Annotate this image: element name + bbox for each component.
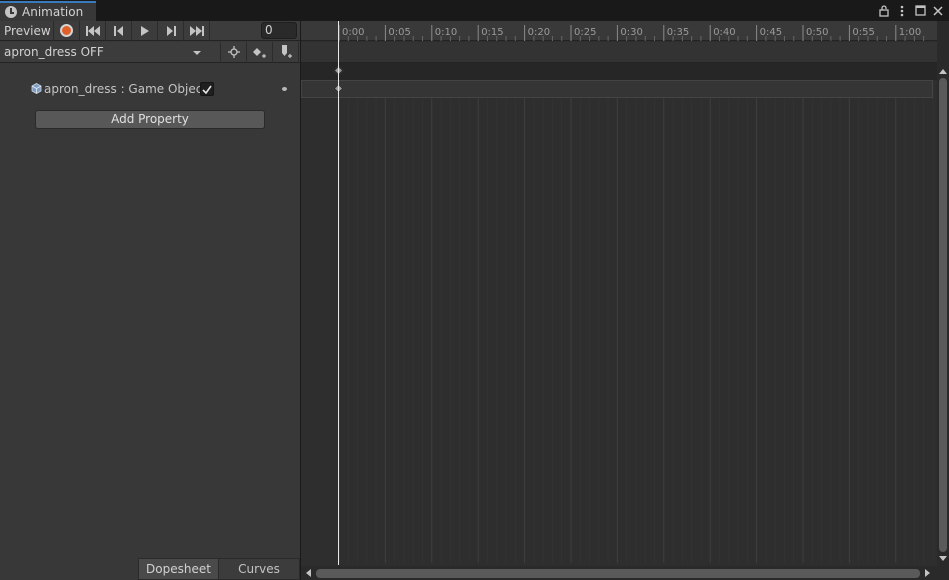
ruler-tick-label: 0:15 [481,27,503,38]
maximize-icon[interactable] [912,2,928,20]
vertical-scrollbar[interactable] [937,21,949,580]
hierarchy-panel: Preview 0 apron_dress OFF apron_dress: … [0,20,300,580]
ruler-tick-label: 0:10 [435,27,457,38]
ruler-tick-label: 0:30 [620,27,642,38]
animation-tab-label: Animation [22,5,84,19]
ruler-tick-label: 0:45 [760,27,782,38]
horizontal-scrollbar[interactable] [301,566,937,580]
dopesheet-grid [338,80,934,563]
step-back-icon [113,25,123,36]
add-event-icon [281,45,292,58]
scroll-right-icon[interactable] [925,569,930,577]
next-keyframe-button[interactable] [158,20,184,41]
property-checkbox[interactable] [200,82,214,96]
vertical-scroll-thumb[interactable] [939,78,947,552]
tabs-spacer [0,558,138,580]
clip-dropdown[interactable]: apron_dress OFF [0,41,221,63]
lock-icon[interactable] [876,2,892,20]
ruler-tick-label: 0:20 [528,27,550,38]
first-keyframe-button[interactable] [80,20,106,41]
scroll-down-icon[interactable] [939,556,947,561]
filter-by-selection-icon [227,46,240,58]
playback-toolbar: Preview 0 [0,20,300,41]
frame-input[interactable]: 0 [261,22,297,39]
playhead[interactable] [338,21,339,565]
chevron-down-icon [193,50,201,55]
record-icon [60,24,73,37]
time-ruler[interactable]: 0:00 0:05 0:10 0:15 0:20 0:25 0:30 0:35 0:40 0:45… [301,21,937,41]
timeline-panel: 0:00 0:05 0:10 0:15 0:20 0:25 0:30 0:35 0:40 0:45… [301,21,949,580]
horizontal-scroll-thumb[interactable] [316,569,920,578]
property-row[interactable]: apron_dress : Game Object. [0,78,300,100]
clip-dropdown-value: apron_dress OFF [4,44,104,59]
clock-icon [5,6,17,18]
skip-to-start-icon [85,25,100,36]
previous-keyframe-button[interactable] [106,20,132,41]
view-mode-tabs: Dopesheet Curves [0,558,300,580]
property-label: apron_dress : Game Object. [44,82,211,96]
ruler-tick-label: 0:50 [806,27,828,38]
tab-curves[interactable]: Curves [219,558,300,580]
game-object-icon [31,83,42,94]
ruler-tick-label: 0:05 [388,27,410,38]
window-controls [876,0,949,21]
checkmark-icon [202,85,212,94]
window-tab-bar: Animation [0,0,949,21]
ruler-tick-label: 0:25 [574,27,596,38]
ruler-tick-label: 0:40 [713,27,735,38]
ruler-tick-label: 0:00 [342,27,364,38]
add-keyframe-button[interactable] [247,41,273,63]
play-button[interactable] [132,20,158,41]
last-keyframe-button[interactable] [184,20,210,41]
preview-button[interactable]: Preview [0,20,54,41]
skip-to-end-icon [189,25,204,36]
add-event-button[interactable] [273,41,299,63]
ruler-tick-label: 0:55 [852,27,874,38]
add-property-button[interactable]: Add Property [35,110,265,129]
scroll-up-icon[interactable] [939,69,947,74]
events-row[interactable] [301,42,937,63]
kebab-menu-icon[interactable] [894,2,910,20]
record-button[interactable] [54,20,80,41]
animation-tab[interactable]: Animation [0,1,96,21]
step-forward-icon [166,25,176,36]
ruler-tick-label: 1:00 [899,27,921,38]
close-icon[interactable] [930,2,946,20]
play-icon [141,25,149,36]
ruler-tick-label: 0:35 [667,27,689,38]
ruler-ticks: 0:00 0:05 0:10 0:15 0:20 0:25 0:30 0:35 0:40 0:45… [338,25,925,41]
property-options-icon[interactable] [282,87,287,91]
filter-by-selection-button[interactable] [221,41,247,63]
property-track[interactable] [301,80,933,98]
scroll-left-icon[interactable] [306,569,311,577]
tab-dopesheet[interactable]: Dopesheet [138,558,219,580]
clip-toolbar: apron_dress OFF [0,41,300,63]
add-keyframe-icon [252,48,266,58]
